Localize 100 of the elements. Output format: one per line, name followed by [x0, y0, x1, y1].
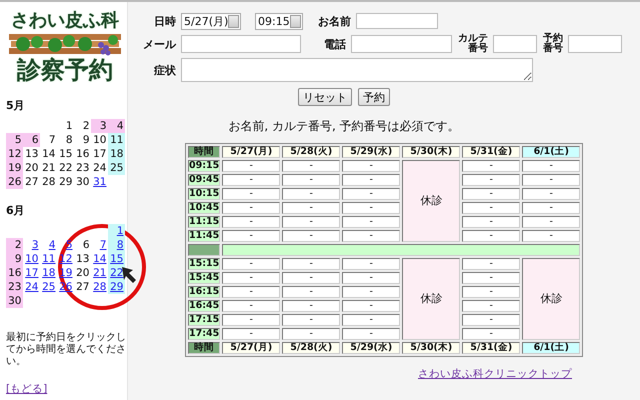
slot-cell: - [522, 230, 580, 242]
calendar-day: 12 [6, 147, 22, 161]
time-select[interactable]: 09:15 [255, 12, 303, 30]
slot-cell: - [282, 202, 340, 214]
calendar-day[interactable]: 15 [108, 252, 124, 266]
time-header: 時間 [188, 342, 220, 354]
calendar-day: 17 [91, 147, 108, 161]
time-cell: 15:45 [188, 272, 220, 284]
name-field[interactable] [356, 13, 438, 29]
calendar-day[interactable]: 31 [91, 175, 108, 189]
email-field[interactable] [181, 35, 301, 53]
slot-cell: - [462, 216, 520, 228]
phone-field[interactable] [351, 35, 452, 53]
logo-title: さわい皮ふ科 [11, 10, 119, 32]
slot-cell: - [342, 174, 400, 186]
calendar-day[interactable]: 22 [108, 266, 124, 280]
slot-cell: - [462, 188, 520, 200]
slot-cell: - [462, 286, 520, 298]
slot-cell: - [282, 300, 340, 312]
slot-cell: - [282, 272, 340, 284]
calendar-day: 10 [91, 133, 108, 147]
date-header: 5/29(水) [342, 146, 400, 158]
date-header: 5/28(火) [282, 146, 340, 158]
slot-cell: - [342, 272, 400, 284]
calendar-day: 30 [74, 175, 90, 189]
calendar-day: 9 [74, 133, 90, 147]
closed-cell: 休診 [402, 160, 460, 242]
calendar-day: 2 [6, 238, 22, 252]
slot-cell: - [222, 314, 280, 326]
calendar-day[interactable]: 29 [108, 280, 124, 294]
slot-cell: - [342, 188, 400, 200]
slot-cell: - [222, 286, 280, 298]
time-cell: 10:45 [188, 202, 220, 214]
reservation-number-field[interactable] [568, 35, 622, 53]
date-header: 5/29(水) [342, 342, 400, 354]
time-cell: 10:15 [188, 188, 220, 200]
calendar-day: 29 [57, 175, 74, 189]
calendar-day[interactable]: 24 [23, 280, 40, 294]
calendar-day[interactable]: 8 [108, 238, 124, 252]
calendar-day: 13 [23, 147, 40, 161]
slot-cell: - [282, 216, 340, 228]
date-header: 5/27(月) [222, 342, 280, 354]
slot-cell: - [462, 272, 520, 284]
calendar-day: 18 [108, 147, 124, 161]
date-select[interactable]: 5/27(月) [181, 12, 241, 30]
slot-cell: - [222, 258, 280, 270]
calendar-day: 15 [57, 147, 74, 161]
calendar-day: 5 [6, 133, 22, 147]
slot-cell: - [222, 202, 280, 214]
slot-cell: - [282, 328, 340, 340]
chart-number-field[interactable] [493, 35, 537, 53]
slot-cell: - [522, 202, 580, 214]
slot-cell: - [222, 272, 280, 284]
time-cell: 16:15 [188, 286, 220, 298]
slot-cell: - [282, 230, 340, 242]
slot-cell: - [342, 258, 400, 270]
calendar-day: 27 [23, 175, 40, 189]
calendar-day: 9 [6, 252, 22, 266]
slot-cell: - [222, 216, 280, 228]
calendar-day: 26 [6, 175, 22, 189]
calendar-day[interactable]: 28 [91, 280, 108, 294]
calendar-day: 16 [6, 266, 22, 280]
calendar-day[interactable]: 4 [40, 238, 56, 252]
form-button[interactable]: リセット [298, 88, 352, 106]
clinic-top-link[interactable]: さわい皮ふ科クリニックトップ [418, 368, 572, 380]
calendar-day: 8 [57, 133, 74, 147]
time-cell: 17:15 [188, 314, 220, 326]
calendar-day[interactable]: 3 [23, 238, 40, 252]
calendar-day: 23 [6, 280, 22, 294]
calendar-day: 2 [74, 119, 90, 133]
field-label: 症状 [153, 62, 176, 78]
calendar-day: 28 [40, 175, 56, 189]
slot-cell: - [342, 160, 400, 172]
date-header: 5/31(金) [462, 342, 520, 354]
back-link[interactable]: [もどる] [6, 382, 48, 396]
symptoms-field[interactable] [181, 58, 533, 82]
slot-cell: - [462, 160, 520, 172]
closed-cell: 休診 [402, 258, 460, 340]
date-header: 5/27(月) [222, 146, 280, 158]
calendar-day[interactable]: 14 [91, 252, 108, 266]
calendar-day[interactable]: 7 [91, 238, 108, 252]
form-button[interactable]: 予約 [358, 88, 390, 106]
calendar-day: 1 [57, 119, 74, 133]
slot-cell: - [342, 314, 400, 326]
slot-cell: - [282, 160, 340, 172]
calendar-day[interactable]: 1 [108, 224, 124, 238]
calendar-day: 23 [74, 161, 90, 175]
calendar-day: 19 [6, 161, 22, 175]
calendar-day[interactable]: 21 [91, 266, 108, 280]
calendar-day[interactable]: 25 [40, 280, 56, 294]
calendar-day: 6 [74, 238, 90, 252]
field-label: 予約 番号 [543, 34, 563, 54]
calendar-day[interactable]: 10 [23, 252, 40, 266]
slot-cell: - [462, 230, 520, 242]
time-cell: 17:45 [188, 328, 220, 340]
date-header: 5/30(木) [402, 146, 460, 158]
calendar-day[interactable]: 11 [40, 252, 56, 266]
slot-cell: - [222, 188, 280, 200]
calendar-day[interactable]: 18 [40, 266, 56, 280]
calendar-day[interactable]: 17 [23, 266, 40, 280]
